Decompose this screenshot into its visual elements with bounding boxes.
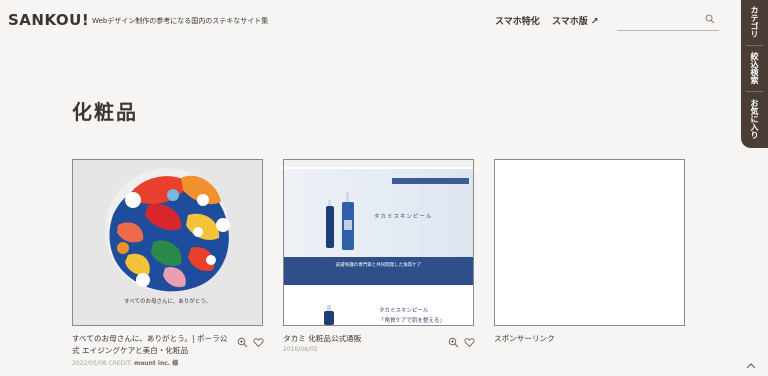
search-icon[interactable] bbox=[705, 14, 715, 24]
card-actions bbox=[446, 333, 476, 348]
side-menu-favorites[interactable]: お気に入り bbox=[741, 94, 768, 144]
card-meta: 2022/05/08 CREDIT: mount inc. 様 bbox=[72, 358, 178, 367]
side-menu-divider bbox=[746, 45, 763, 46]
thumbnail-bottom-sub: 「角質ケアで肌を整える」 bbox=[379, 318, 445, 324]
site-thumbnail[interactable]: すべてのお母さんに、ありがとう。 bbox=[72, 159, 263, 326]
card-date: 2016/06/02 bbox=[283, 346, 318, 353]
card-meta: 2016/06/02 bbox=[283, 346, 318, 353]
thumbnail-topbar bbox=[284, 160, 473, 167]
zoom-icon[interactable] bbox=[237, 333, 248, 348]
card-date: 2022/05/08 bbox=[72, 360, 107, 367]
zoom-icon[interactable] bbox=[448, 333, 459, 348]
product-bottles-illustration bbox=[326, 192, 354, 250]
ad-slot[interactable] bbox=[494, 159, 685, 326]
product-bottle-small bbox=[324, 305, 334, 325]
heart-icon[interactable] bbox=[253, 333, 264, 348]
sponsored-label: スポンサーリンク bbox=[494, 334, 555, 343]
card-actions bbox=[235, 333, 265, 348]
side-menu: カテゴリ 絞込検索 お気に入り bbox=[741, 0, 768, 148]
thumbnail-banner-text: 皮膚保護の専門家と共同開発した角質ケア bbox=[335, 263, 422, 268]
side-menu-divider bbox=[746, 91, 763, 92]
site-thumbnail[interactable]: タカミスキンピール 皮膚保護の専門家と共同開発した角質ケア タカミスキンピール … bbox=[283, 159, 474, 326]
scroll-top-icon[interactable] bbox=[744, 360, 758, 372]
card-credit-label: CREDIT: bbox=[108, 360, 133, 367]
site-header: SANKOU! Webデザイン制作の参考になる国内のステキなサイト集 スマホ特化… bbox=[0, 0, 740, 40]
card-credit[interactable]: mount inc. 様 bbox=[134, 360, 178, 367]
search-box bbox=[617, 10, 719, 33]
card-title[interactable]: すべてのお母さんに、ありがとう。| ポーラ公式 エイジングケアと美白・化粧品 bbox=[72, 333, 232, 357]
side-menu-category[interactable]: カテゴリ bbox=[741, 2, 768, 42]
search-input[interactable] bbox=[617, 12, 703, 33]
thumbnail-bottom-heading: タカミスキンピール bbox=[379, 308, 429, 314]
thumbnail-heading: タカミスキンピール bbox=[374, 214, 433, 220]
nav-smartphone-focused[interactable]: スマホ特化 bbox=[495, 14, 540, 27]
card-title[interactable]: タカミ 化粧品公式通販 bbox=[283, 333, 443, 345]
site-logo[interactable]: SANKOU! bbox=[8, 11, 89, 29]
thumbnail-caption: すべてのお母さんに、ありがとう。 bbox=[124, 299, 211, 305]
side-menu-filter-search[interactable]: 絞込検索 bbox=[741, 48, 768, 88]
heart-icon[interactable] bbox=[464, 333, 475, 348]
nav-smartphone-version[interactable]: スマホ版 ↗ bbox=[552, 14, 598, 27]
thumbnail-navbar bbox=[392, 178, 469, 184]
page-title: 化粧品 bbox=[72, 100, 138, 124]
site-tagline: Webデザイン制作の参考になる国内のステキなサイト集 bbox=[92, 17, 269, 25]
